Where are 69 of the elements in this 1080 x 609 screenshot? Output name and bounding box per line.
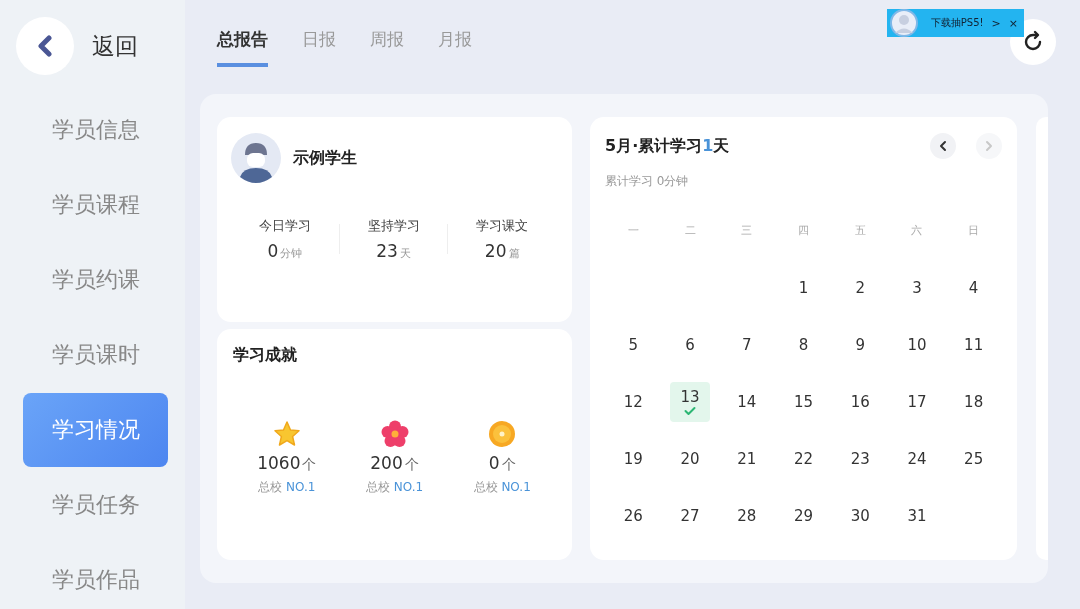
calendar-day[interactable]: 14 (726, 381, 767, 422)
calendar-day[interactable]: 7 (726, 324, 767, 365)
calendar-day[interactable]: 15 (783, 381, 824, 422)
stat-value: 20 篇 (484, 241, 520, 261)
calendar-day[interactable]: 18 (953, 381, 994, 422)
star-icon (272, 420, 301, 448)
promo-arrow[interactable]: > (991, 16, 1001, 30)
coin-icon (488, 420, 517, 448)
calendar-day[interactable]: 28 (726, 495, 767, 536)
weekday-label: 五 (854, 223, 866, 238)
stat-label: 今日学习 (258, 217, 311, 235)
achievement-rank: 总校 NO.1 (473, 479, 531, 496)
calendar-day[interactable]: 29 (783, 495, 824, 536)
achievement-rank: 总校 NO.1 (365, 479, 424, 496)
calendar-day[interactable]: 8 (783, 324, 824, 365)
report-tab[interactable]: 总报告 (217, 28, 268, 67)
promo-text: 下载抽PS5! (930, 16, 984, 30)
calendar-day[interactable]: 16 (840, 381, 881, 422)
flower-icon (380, 420, 409, 448)
avatar-icon (888, 8, 919, 38)
calendar-day[interactable]: 25 (953, 438, 994, 479)
weekday-label: 日 (968, 223, 980, 238)
calendar-day[interactable]: 9 (840, 324, 881, 365)
stat-value: 23 天 (376, 241, 411, 261)
calendar-day[interactable]: 1 (783, 267, 824, 308)
calendar-day[interactable]: 12 (613, 381, 654, 422)
calendar-day[interactable]: 20 (670, 438, 711, 479)
calendar-subtitle: 累计学习 0分钟 (605, 173, 690, 190)
calendar-title: 5月·累计学习 1天 (605, 135, 730, 157)
check-icon (684, 405, 697, 416)
student-name: 示例学生 (293, 147, 357, 169)
stat-label: 坚持学习 (367, 217, 420, 235)
calendar-day[interactable]: 30 (840, 495, 881, 536)
calendar-day[interactable]: 19 (613, 438, 654, 479)
calendar-day[interactable]: 5 (613, 324, 654, 365)
back-label[interactable]: 返回 (92, 30, 138, 62)
back-icon (37, 35, 53, 57)
calendar-day[interactable]: 31 (896, 495, 937, 536)
stat-label: 学习课文 (476, 217, 529, 235)
calendar-day[interactable]: 2 (840, 267, 881, 308)
achievement-count: 0 个 (488, 453, 516, 474)
calendar-day[interactable]: 3 (896, 267, 937, 308)
calendar-day[interactable]: 22 (783, 438, 824, 479)
calendar-day[interactable]: 4 (953, 267, 994, 308)
achievement-count: 200 个 (370, 453, 419, 474)
calendar-day[interactable]: 10 (896, 324, 937, 365)
calendar-day[interactable]: 11 (953, 324, 994, 365)
calendar-day[interactable]: 13 (670, 381, 711, 422)
card-title: 学习成就 (233, 345, 298, 366)
achievement-count: 1060个 (257, 453, 317, 474)
stat-value: 0分钟 (267, 241, 303, 261)
calendar-day[interactable]: 26 (613, 495, 654, 536)
avatar-icon (231, 133, 281, 183)
chevron-left-icon (938, 140, 948, 152)
achievement-rank: 总校 NO.1 (258, 479, 316, 496)
weekday-label: 二 (684, 223, 696, 238)
previous-month-button[interactable] (930, 133, 956, 159)
calendar-day[interactable]: 27 (670, 495, 711, 536)
calendar-day[interactable]: 23 (840, 438, 881, 479)
weekday-label: 六 (911, 223, 923, 238)
close-button[interactable]: × (1008, 16, 1018, 30)
chevron-right-icon (984, 140, 994, 152)
calendar-day[interactable]: 17 (896, 381, 937, 422)
promo-banner[interactable]: 下载抽PS5! > × (886, 9, 1024, 37)
calendar-day[interactable]: 21 (726, 438, 767, 479)
weekday-label: 四 (798, 223, 809, 238)
calendar-day[interactable]: 6 (670, 324, 711, 365)
weekday-label: 一 (627, 223, 639, 238)
calendar-day[interactable]: 24 (896, 438, 937, 479)
